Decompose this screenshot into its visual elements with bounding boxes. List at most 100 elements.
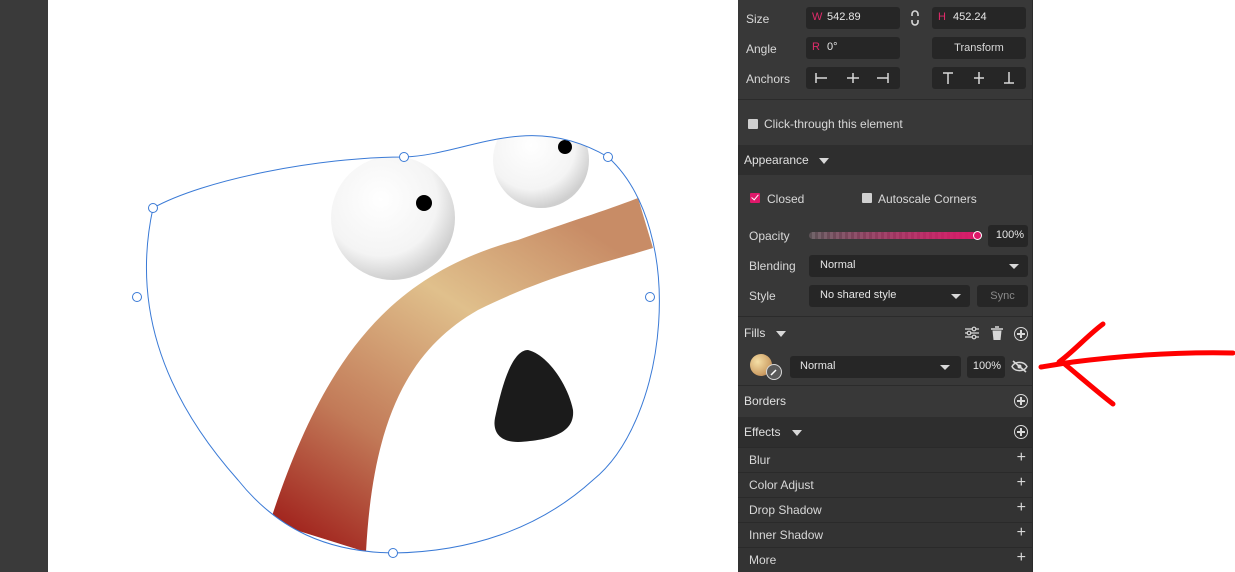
width-prefix: W <box>812 11 823 23</box>
fill-blend-value: Normal <box>800 360 836 372</box>
plus-icon[interactable]: + <box>1017 549 1026 567</box>
fill-opacity-field[interactable]: 100% <box>967 356 1005 378</box>
vertex-handle[interactable] <box>388 548 398 558</box>
fills-title: Fills <box>744 326 766 340</box>
blending-value: Normal <box>820 259 856 271</box>
chevron-down-icon[interactable] <box>776 331 786 337</box>
angle-field[interactable]: R 0° <box>806 37 900 59</box>
size-label: Size <box>746 12 770 26</box>
opacity-label: Opacity <box>749 229 790 243</box>
effect-row-drop-shadow[interactable]: Drop Shadow + <box>738 497 1032 522</box>
chevron-down-icon <box>940 365 950 370</box>
anchor-center-horizontal-icon[interactable] <box>846 72 860 84</box>
blending-label: Blending <box>749 259 796 273</box>
right-eye <box>493 135 589 208</box>
plus-icon[interactable]: + <box>1017 499 1026 517</box>
autoscale-label: Autoscale Corners <box>878 192 977 206</box>
fill-blend-select[interactable]: Normal <box>790 356 961 378</box>
autoscale-checkbox[interactable] <box>862 193 872 203</box>
canvas-artwork <box>132 135 660 558</box>
borders-header: Borders <box>738 386 1032 416</box>
anchor-left-icon[interactable] <box>814 72 828 84</box>
gradient-shape[interactable] <box>270 198 653 552</box>
horizontal-anchors <box>806 67 900 89</box>
effect-label: Blur <box>749 453 771 467</box>
opacity-field[interactable]: 100% <box>988 225 1028 247</box>
vertex-handle[interactable] <box>132 292 142 302</box>
trash-icon[interactable] <box>990 326 1004 341</box>
opacity-slider-track[interactable] <box>809 232 980 239</box>
chevron-down-icon <box>1009 264 1019 269</box>
vertex-handle[interactable] <box>148 203 158 213</box>
add-circle-icon[interactable] <box>1014 327 1028 341</box>
right-pupil <box>558 140 572 154</box>
effect-row-inner-shadow[interactable]: Inner Shadow + <box>738 522 1032 547</box>
width-field[interactable]: W 542.89 <box>806 7 900 29</box>
sync-button[interactable]: Sync <box>977 285 1028 307</box>
eye-slash-icon[interactable] <box>1011 360 1028 373</box>
angle-prefix: R <box>812 41 820 53</box>
transform-button[interactable]: Transform <box>932 37 1026 59</box>
plus-icon[interactable]: + <box>1017 524 1026 542</box>
effect-label: More <box>749 553 777 567</box>
opacity-slider-fill <box>809 232 980 239</box>
borders-title: Borders <box>744 394 787 408</box>
vertical-anchors <box>932 67 1026 89</box>
effect-row-color-adjust[interactable]: Color Adjust + <box>738 472 1032 497</box>
add-effect-icon[interactable] <box>1014 425 1028 439</box>
fills-header: Fills <box>738 318 1032 348</box>
vertex-handle[interactable] <box>399 152 409 162</box>
vertex-handle[interactable] <box>645 292 655 302</box>
height-value: 452.24 <box>953 11 987 23</box>
effects-header[interactable]: Effects <box>738 417 1032 447</box>
left-eye <box>331 156 455 280</box>
appearance-header[interactable]: Appearance <box>738 145 1032 175</box>
vertex-handle[interactable] <box>603 152 613 162</box>
angle-label: Angle <box>746 42 777 56</box>
effect-label: Drop Shadow <box>749 503 822 517</box>
chevron-down-icon <box>951 294 961 299</box>
blending-select[interactable]: Normal <box>809 255 1028 277</box>
style-label: Style <box>749 289 776 303</box>
chevron-down-icon <box>792 430 802 436</box>
fill-row: Normal 100% <box>738 351 1032 383</box>
effects-title: Effects <box>744 425 781 439</box>
inspector-panel: Size W 542.89 H 452.24 Angle R 0° Transf… <box>738 0 1032 572</box>
opacity-slider-knob[interactable] <box>973 231 982 240</box>
effect-row-more[interactable]: More + <box>738 547 1032 572</box>
plus-icon[interactable]: + <box>1017 474 1026 492</box>
eyedropper-icon[interactable] <box>766 364 782 380</box>
effect-row-blur[interactable]: Blur + <box>738 447 1032 472</box>
click-through-label: Click-through this element <box>764 117 903 131</box>
effect-label: Inner Shadow <box>749 528 824 542</box>
anchor-center-vertical-icon[interactable] <box>973 71 985 85</box>
closed-label: Closed <box>767 192 805 206</box>
width-value: 542.89 <box>827 11 861 23</box>
effect-label: Color Adjust <box>749 478 814 492</box>
anchors-label: Anchors <box>746 72 791 86</box>
add-border-icon[interactable] <box>1014 394 1028 408</box>
divider <box>738 99 1032 100</box>
artwork-group <box>270 135 653 552</box>
anchor-bottom-icon[interactable] <box>1003 71 1015 85</box>
left-pupil <box>416 195 432 211</box>
opacity-value: 100% <box>995 229 1024 241</box>
fill-opacity-value: 100% <box>972 360 1001 372</box>
click-through-checkbox[interactable] <box>748 119 758 129</box>
shared-style-value: No shared style <box>820 289 897 301</box>
anchor-right-icon[interactable] <box>876 72 890 84</box>
shared-style-select[interactable]: No shared style <box>809 285 970 307</box>
mouth-shape[interactable] <box>494 350 574 442</box>
fill-options-icon[interactable] <box>964 326 980 340</box>
plus-icon[interactable]: + <box>1017 449 1026 467</box>
closed-checkbox[interactable] <box>750 193 760 203</box>
anchor-top-icon[interactable] <box>942 71 954 85</box>
appearance-title: Appearance <box>744 153 809 167</box>
angle-value: 0° <box>827 41 838 53</box>
height-prefix: H <box>938 11 946 23</box>
red-arrow-annotation <box>1038 321 1235 407</box>
left-gutter <box>0 0 48 572</box>
link-icon[interactable] <box>909 10 921 26</box>
height-field[interactable]: H 452.24 <box>932 7 1026 29</box>
design-canvas[interactable] <box>48 0 738 572</box>
